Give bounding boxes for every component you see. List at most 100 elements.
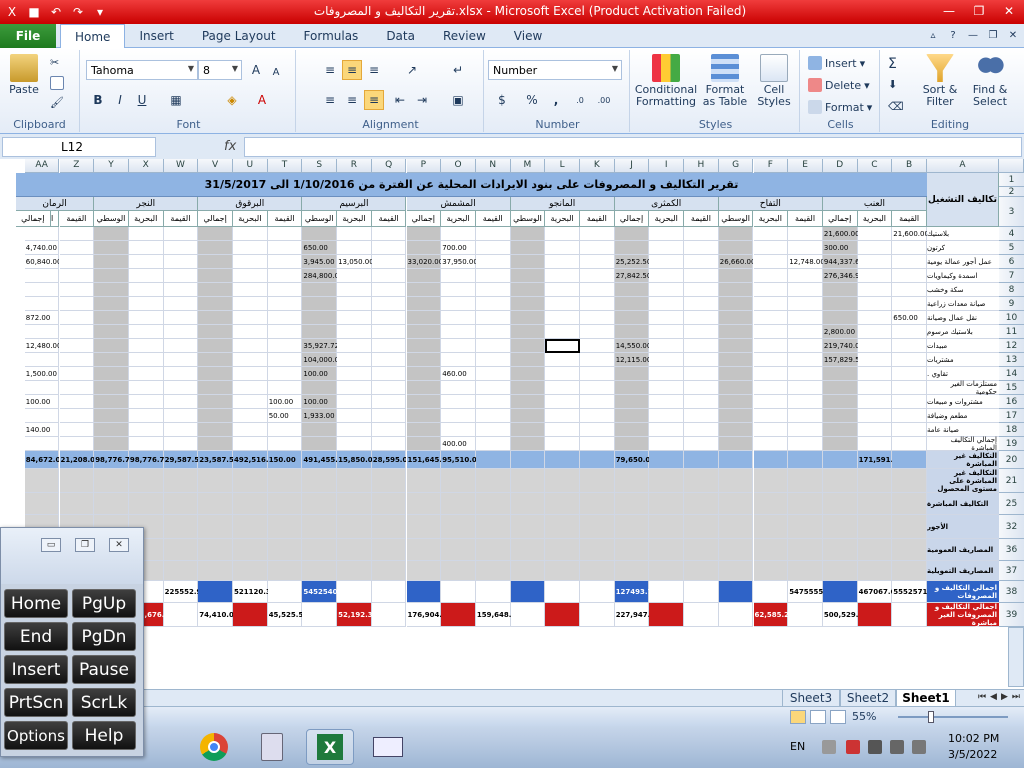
grid-cell[interactable] [684,469,719,493]
grid-cell[interactable] [441,311,476,325]
grid-cell[interactable] [753,367,789,381]
grid-cell[interactable] [788,269,823,283]
grid-cell[interactable] [198,339,233,353]
grid-cell[interactable] [510,603,546,627]
next-sheet-icon[interactable]: ▶ [1001,692,1008,702]
grid-cell[interactable] [614,423,650,437]
grid-cell[interactable] [545,283,580,297]
grid-cell[interactable] [371,539,407,561]
cell-value[interactable]: 84,672.00 [25,451,60,469]
grid-cell[interactable] [892,283,927,297]
grid-cell[interactable] [614,437,650,451]
name-box[interactable]: L12 [2,137,156,157]
grid-cell[interactable] [198,367,233,381]
grid-cell[interactable] [337,539,372,561]
grid-cell[interactable] [267,437,303,451]
align-left-icon[interactable]: ≡ [320,90,340,110]
grid-cell[interactable] [649,283,685,297]
grid-cell[interactable] [753,409,789,423]
grid-cell[interactable] [545,395,580,409]
cell-value[interactable]: 140.00 [25,423,60,437]
grid-cell[interactable] [163,469,199,493]
grid-cell[interactable] [614,395,650,409]
grid-cell[interactable] [788,395,823,409]
grid-cell[interactable] [233,283,268,297]
grid-cell[interactable] [406,539,442,561]
grid-cell[interactable] [24,353,60,367]
grid-cell[interactable] [684,409,719,423]
column-header-F[interactable]: F [753,159,789,173]
grid-cell[interactable] [267,311,303,325]
grid-cell[interactable] [163,269,199,283]
cell-value[interactable]: 74,410.00 [198,603,233,627]
cell-value[interactable]: 62,585.21 [754,603,789,627]
cell-value[interactable]: 100.00 [302,367,337,381]
grid-cell[interactable] [371,269,407,283]
tab-review[interactable]: Review [429,24,500,48]
grid-cell[interactable] [94,395,129,409]
grid-cell[interactable] [475,311,511,325]
grid-cell[interactable] [337,367,372,381]
grid-cell[interactable] [580,603,615,627]
cell-value[interactable]: 100.00 [25,395,60,409]
grid-cell[interactable] [892,493,927,515]
grid-cell[interactable] [788,561,823,581]
cell-value[interactable]: 21,208.00 [60,451,95,469]
grid-cell[interactable] [371,227,407,241]
grid-cell[interactable] [753,269,789,283]
grid-cell[interactable] [371,395,407,409]
grid-cell[interactable] [302,423,338,437]
increase-decimal-icon[interactable]: .0 [570,90,590,110]
grid-cell[interactable] [128,325,164,339]
grid-cell[interactable] [684,493,719,515]
grid-cell[interactable] [892,515,927,539]
grid-cell[interactable] [441,409,476,423]
doc-restore-icon[interactable]: ❐ [986,28,1000,42]
grid-cell[interactable] [163,561,199,581]
grid-cell[interactable] [441,325,476,339]
grid-cell[interactable] [267,469,303,493]
network-icon[interactable] [868,740,882,754]
grid-cell[interactable] [441,269,476,283]
row-header-16[interactable]: 16 [999,395,1024,409]
grid-cell[interactable] [857,339,893,353]
osk-key-options[interactable]: Options [4,721,68,750]
customize-qat-icon[interactable]: ▾ [90,2,110,22]
format-cells-button[interactable]: Format ▾ [808,100,872,114]
grid-cell[interactable] [267,227,303,241]
grid-cell[interactable] [788,423,823,437]
grid-cell[interactable] [128,227,164,241]
grid-cell[interactable] [267,269,303,283]
grid-cell[interactable] [753,227,789,241]
grid-cell[interactable] [545,423,580,437]
grid-cell[interactable] [857,395,893,409]
grid-cell[interactable] [475,241,511,255]
grid-cell[interactable] [684,581,719,603]
grid-cell[interactable] [510,493,546,515]
grid-cell[interactable] [371,493,407,515]
grid-cell[interactable] [857,283,893,297]
grid-cell[interactable] [24,269,60,283]
grid-cell[interactable] [267,493,303,515]
osk-key-scrlk[interactable]: ScrLk [72,688,136,717]
cell-value[interactable]: 650.00 [302,241,337,255]
grid-cell[interactable] [788,325,823,339]
grid-cell[interactable] [580,325,615,339]
fill-color-icon[interactable]: ◈ [222,90,242,110]
grid-cell[interactable] [614,367,650,381]
formula-input[interactable] [244,137,1022,157]
grid-cell[interactable] [510,241,546,255]
grid-cell[interactable] [475,381,511,395]
grid-cell[interactable] [267,561,303,581]
cell-styles-button[interactable]: Cell Styles [752,54,796,108]
decrease-decimal-icon[interactable]: .00 [594,90,614,110]
grid-cell[interactable] [718,395,754,409]
grid-cell[interactable] [302,381,338,395]
grid-cell[interactable] [371,297,407,311]
grid-cell[interactable] [406,311,442,325]
grid-cell[interactable] [233,227,268,241]
grid-cell[interactable] [684,381,719,395]
grid-cell[interactable] [441,469,476,493]
grid-cell[interactable] [614,469,650,493]
grid-cell[interactable] [718,451,754,469]
